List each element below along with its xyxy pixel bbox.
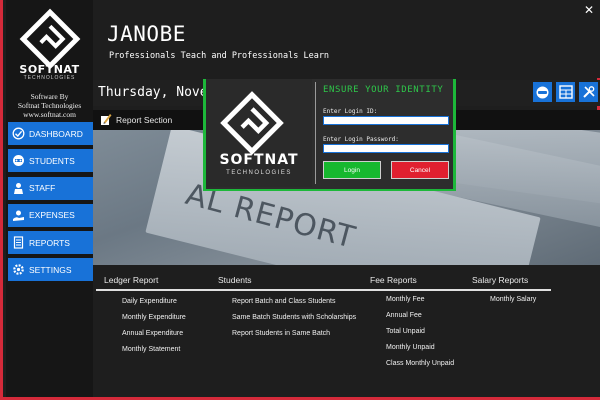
report-link-monthly-expenditure[interactable]: Monthly Expenditure — [122, 314, 186, 321]
toolbar-icons — [533, 82, 598, 102]
sidebar-item-staff[interactable]: STAFF — [8, 176, 93, 200]
calculator-icon[interactable] — [556, 82, 575, 102]
dialog-logo-panel: SOFTNAT TECHNOLOGIES — [206, 79, 312, 187]
cancel-button[interactable]: Cancel — [391, 161, 449, 179]
credits-line: Softnat Technologies — [17, 101, 82, 110]
softnat-logo-icon — [19, 8, 81, 70]
report-link-annual-fee[interactable]: Annual Fee — [386, 312, 422, 319]
category-students: Students — [218, 275, 252, 285]
expenses-icon — [11, 208, 25, 222]
tools-icon[interactable] — [579, 82, 598, 102]
report-link-scholarship-students[interactable]: Same Batch Students with Scholarships — [232, 314, 356, 321]
login-password-field[interactable] — [323, 144, 449, 153]
report-link-batch-class-students[interactable]: Report Batch and Class Students — [232, 298, 336, 305]
login-password-label: Enter Login Password: — [323, 136, 399, 143]
dialog-brand-tagline: TECHNOLOGIES — [226, 170, 292, 176]
reports-panel: Ledger Report Students Fee Reports Salar… — [93, 265, 600, 397]
sidebar: SOFTNAT TECHNOLOGIES Software By Softnat… — [6, 0, 96, 397]
category-fee-reports: Fee Reports — [370, 275, 417, 285]
report-link-total-unpaid[interactable]: Total Unpaid — [386, 328, 425, 335]
login-dialog: SOFTNAT TECHNOLOGIES ENSURE YOUR IDENTIT… — [203, 79, 456, 191]
sidebar-item-label: STAFF — [29, 183, 56, 194]
credits-line: Software By — [30, 92, 69, 101]
students-icon — [11, 154, 25, 168]
gear-icon — [11, 263, 25, 277]
sidebar-item-label: REPORTS — [29, 237, 70, 248]
report-link-monthly-statement[interactable]: Monthly Statement — [122, 346, 180, 353]
report-link-class-monthly-unpaid[interactable]: Class Monthly Unpaid — [386, 360, 454, 367]
sidebar-item-reports[interactable]: REPORTS — [8, 231, 96, 255]
sidebar-item-label: DASHBOARD — [29, 128, 83, 139]
sidebar-item-label: SETTINGS — [29, 264, 72, 275]
sidebar-item-dashboard[interactable]: DASHBOARD — [8, 122, 93, 145]
category-salary-reports: Salary Reports — [472, 275, 529, 285]
report-pencil-icon — [101, 114, 112, 125]
credits-line: www.softnat.com — [23, 110, 76, 119]
page-title: JANOBE — [107, 22, 186, 46]
page-subtitle: Professionals Teach and Professionals Le… — [109, 51, 330, 61]
credits: Software By Softnat Technologies www.sof… — [6, 92, 93, 119]
sidebar-nav: DASHBOARD STUDENTS STAFF EXPENSES REPORT… — [8, 122, 96, 286]
dialog-brand-name: SOFTNAT — [219, 152, 299, 168]
reports-icon — [11, 236, 25, 250]
dialog-title: ENSURE YOUR IDENTITY — [323, 85, 444, 95]
sidebar-item-label: EXPENSES — [29, 210, 75, 221]
close-icon[interactable]: ✕ — [584, 3, 594, 17]
sidebar-item-students[interactable]: STUDENTS — [8, 149, 93, 173]
login-id-label: Enter Login ID: — [323, 108, 378, 115]
report-link-same-batch-students[interactable]: Report Students in Same Batch — [232, 330, 330, 337]
category-ledger-report: Ledger Report — [104, 275, 159, 285]
app-window: SOFTNAT TECHNOLOGIES Software By Softnat… — [0, 0, 600, 400]
report-link-annual-expenditure[interactable]: Annual Expenditure — [122, 330, 183, 337]
login-id-field[interactable] — [323, 116, 449, 125]
app-header: JANOBE Professionals Teach and Professio… — [93, 0, 600, 78]
report-link-monthly-salary[interactable]: Monthly Salary — [490, 296, 536, 303]
sidebar-item-label: STUDENTS — [29, 155, 75, 166]
softnat-logo-icon — [220, 91, 284, 155]
brand-tagline: TECHNOLOGIES — [23, 75, 76, 81]
headset-icon[interactable] — [533, 82, 552, 102]
report-link-daily-expenditure[interactable]: Daily Expenditure — [122, 298, 177, 305]
report-link-monthly-unpaid[interactable]: Monthly Unpaid — [386, 344, 435, 351]
sidebar-item-expenses[interactable]: EXPENSES — [8, 203, 93, 227]
divider — [96, 289, 551, 291]
dialog-separator — [315, 82, 316, 184]
section-title: Report Section — [116, 115, 173, 125]
report-link-monthly-fee[interactable]: Monthly Fee — [386, 296, 425, 303]
sidebar-item-settings[interactable]: SETTINGS — [8, 258, 93, 282]
dashboard-icon — [11, 127, 25, 141]
staff-icon — [11, 181, 25, 195]
login-button[interactable]: Login — [323, 161, 381, 179]
